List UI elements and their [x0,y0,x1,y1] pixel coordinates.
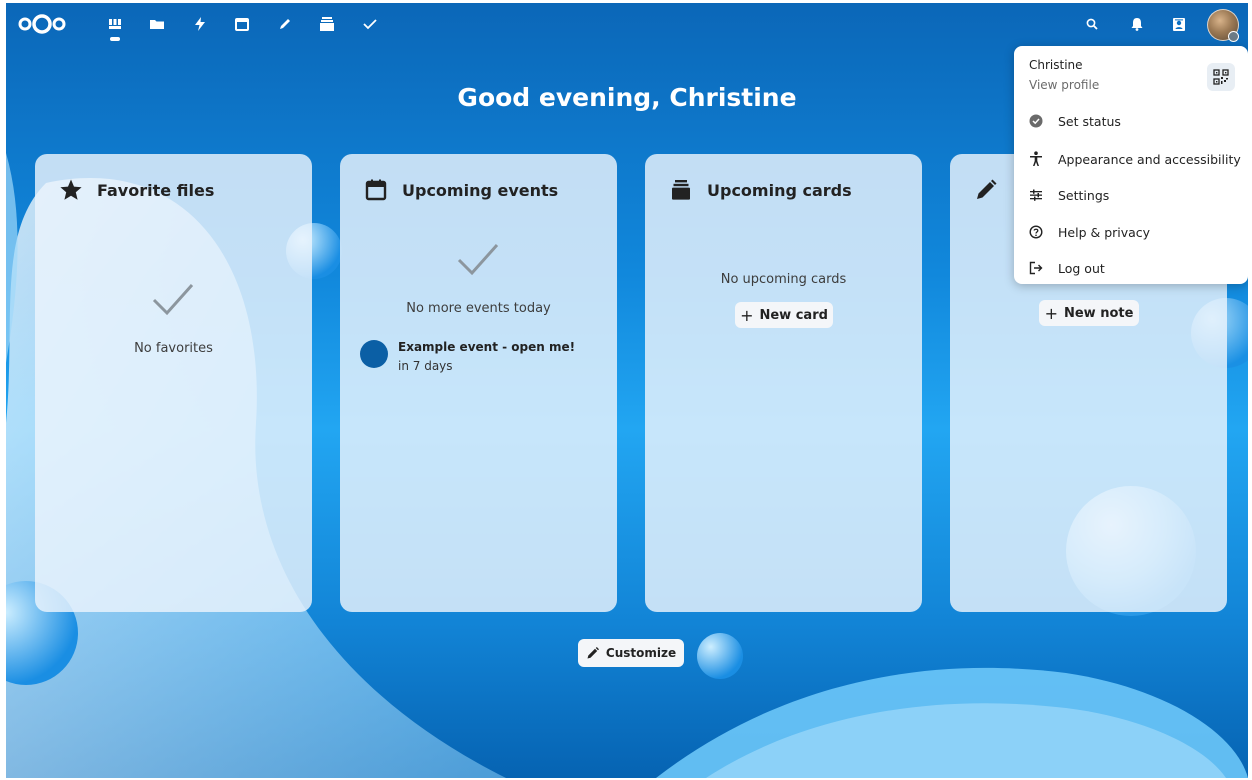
sliders-icon [1028,187,1044,203]
menu-item-set-status[interactable]: Set status [1014,106,1248,136]
help-icon [1028,224,1044,240]
event-calendar-dot [360,340,388,368]
checkmark-icon [152,284,194,316]
widget-title: Upcoming events [402,180,559,200]
view-profile-link[interactable]: View profile [1029,78,1099,92]
checkmark-icon [457,244,499,276]
pencil-icon [587,647,599,659]
deck-icon [672,180,690,200]
menu-item-label: Appearance and accessibility [1058,151,1241,167]
event-time: in 7 days [398,359,453,373]
plus-icon: + [1044,303,1058,323]
notes-icon[interactable] [274,13,296,35]
menu-item-label: Help & privacy [1058,224,1151,240]
dashboard-app: Good evening, Christine Favorite files N… [6,3,1248,778]
widget-title: Upcoming cards [707,180,852,200]
empty-message: No upcoming cards [720,272,847,287]
empty-message: No favorites [134,341,213,356]
menu-item-label: Set status [1058,113,1121,129]
search-icon[interactable] [1081,13,1103,35]
button-label: Customize [605,646,677,660]
new-card-button[interactable]: + New card [735,302,833,328]
top-header [6,3,1248,47]
star-icon [60,179,82,200]
pencil-icon [977,179,997,199]
contacts-icon[interactable] [1168,13,1190,35]
menu-item-label: Settings [1058,187,1110,203]
widget-title: Favorite files [97,180,215,200]
favorite-files-widget: Favorite files No favorites [35,154,312,612]
menu-item-appearance[interactable]: Appearance and accessibility [1014,144,1248,174]
upcoming-cards-widget: Upcoming cards No upcoming cards + New c… [645,154,922,612]
deck-icon[interactable] [316,13,338,35]
new-note-button[interactable]: + New note [1039,300,1139,326]
upcoming-events-widget: Upcoming events No more events today Exa… [340,154,617,612]
calendar-icon[interactable] [231,13,253,35]
plus-icon: + [740,305,754,325]
logout-icon [1028,260,1044,276]
notifications-icon[interactable] [1126,13,1148,35]
user-display-name: Christine [1029,58,1083,72]
event-title[interactable]: Example event - open me! [398,340,575,354]
tasks-icon[interactable] [359,13,381,35]
user-menu: Christine View profile Set status Appear… [1014,46,1248,284]
accessibility-icon [1028,151,1044,167]
calendar-icon [365,179,387,201]
files-icon[interactable] [146,13,168,35]
menu-item-logout[interactable]: Log out [1014,253,1248,283]
status-check-icon [1028,113,1044,129]
activity-icon[interactable] [189,13,211,35]
dashboard-icon[interactable] [104,13,126,35]
status-indicator [1228,31,1239,42]
active-app-indicator [110,37,120,41]
qr-code-button[interactable] [1207,63,1235,91]
empty-message: No more events today [406,301,551,316]
menu-item-label: Log out [1058,260,1105,276]
customize-button[interactable]: Customize [578,639,684,667]
menu-item-help[interactable]: Help & privacy [1014,217,1248,247]
menu-item-settings[interactable]: Settings [1014,180,1248,210]
nextcloud-logo[interactable] [16,11,68,37]
button-label: New card [759,307,828,323]
qr-code-icon [1213,69,1229,85]
button-label: New note [1063,305,1134,321]
